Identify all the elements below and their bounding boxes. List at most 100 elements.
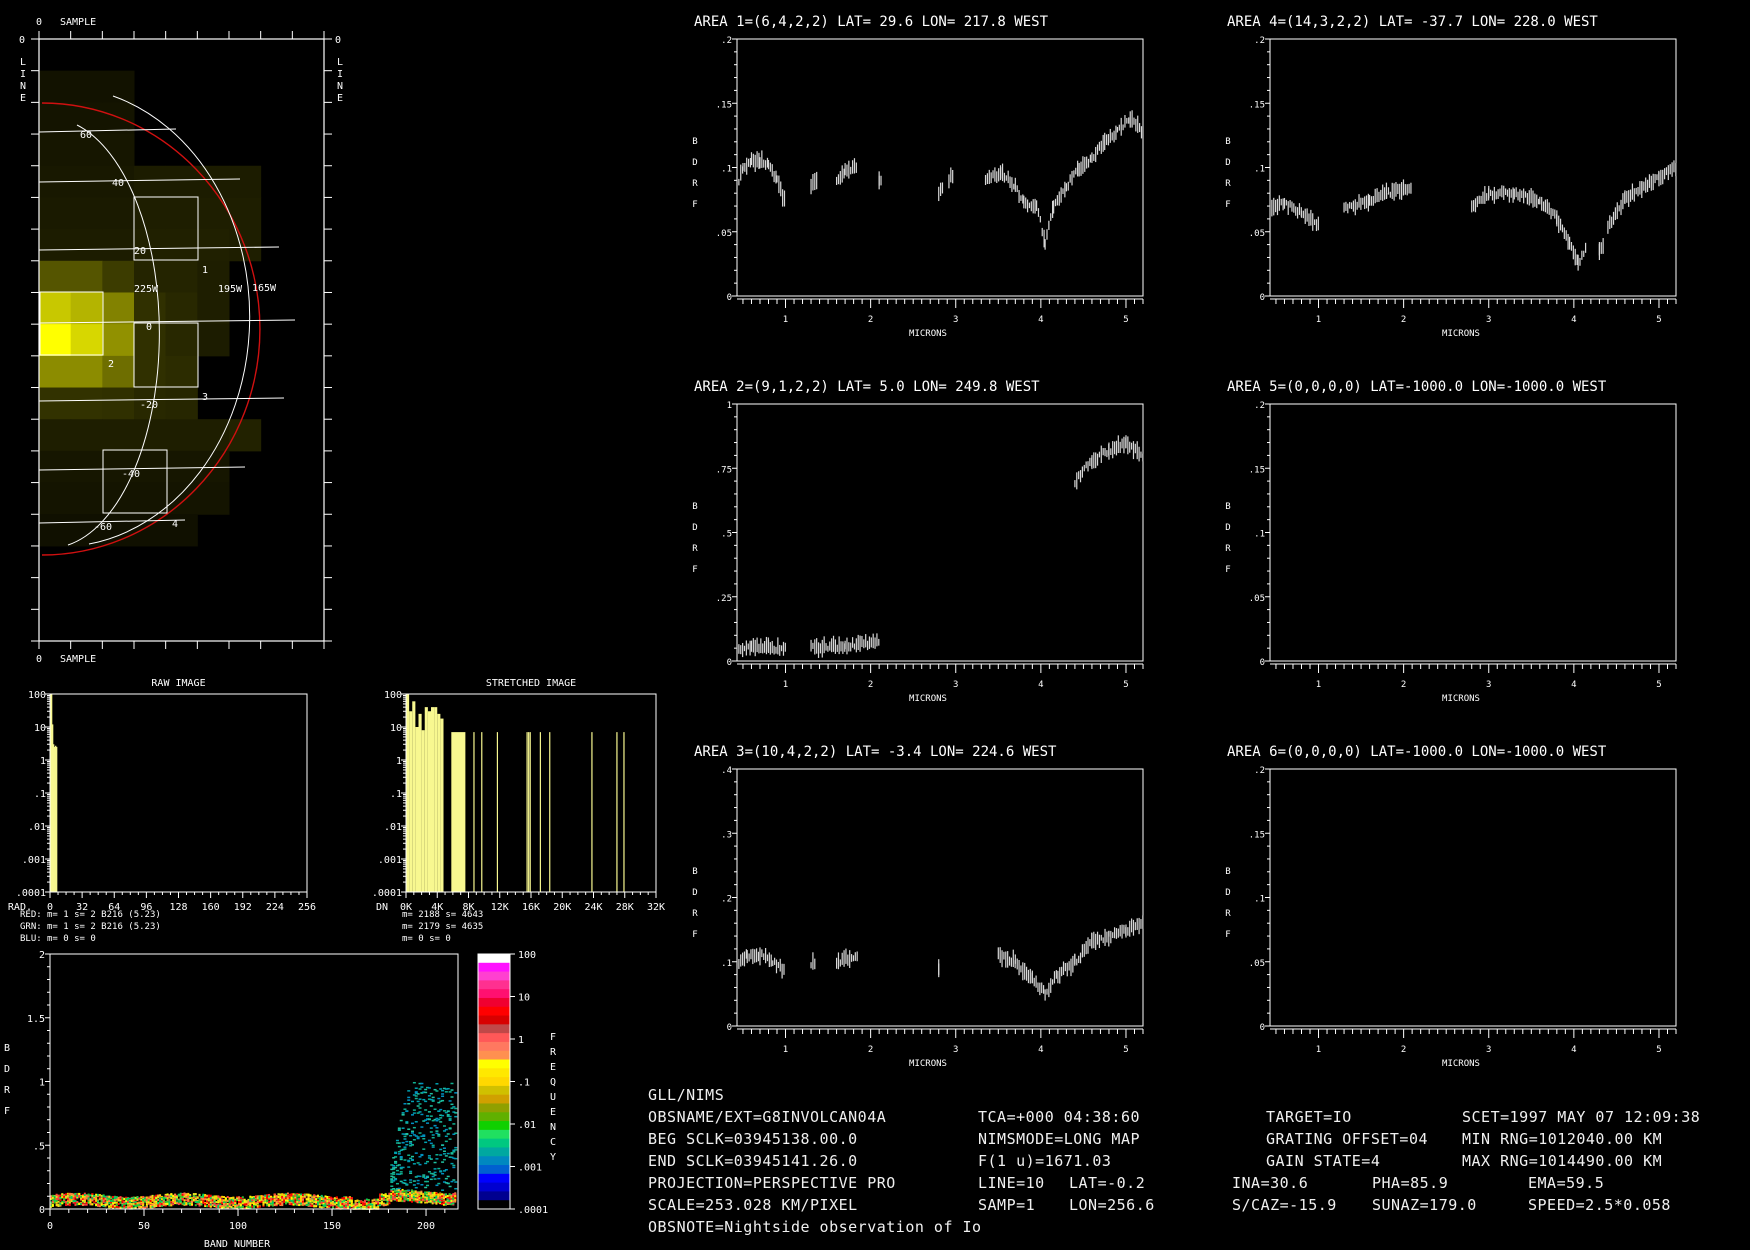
density-point [444,1177,448,1180]
density-point [249,1202,252,1205]
density-point [110,1200,113,1203]
density-point [177,1203,180,1206]
density-point [452,1164,456,1167]
density-point [350,1200,353,1203]
map-pixel [165,260,198,293]
density-point [441,1193,444,1196]
density-point [189,1201,192,1204]
density-point [424,1109,428,1111]
latitude-label: 0 [146,322,152,333]
density-point [226,1204,229,1207]
density-point [454,1187,458,1190]
density-point [166,1197,169,1200]
density-point [409,1194,412,1197]
density-point [206,1200,209,1203]
density-point [424,1198,427,1201]
x-tick-label: 3 [1486,680,1491,690]
density-point [405,1192,408,1195]
map-pixel [102,197,135,230]
density-point [403,1196,406,1199]
density-point [254,1203,257,1206]
density-point [78,1203,81,1206]
density-point [450,1096,454,1098]
density-point [256,1205,259,1208]
density-point [452,1151,456,1153]
density-point [266,1194,269,1197]
density-point [145,1205,148,1208]
density-point [416,1200,419,1203]
density-point [379,1198,382,1201]
density-point [85,1195,88,1198]
density-point [345,1202,348,1205]
sample-axis-label-top: SAMPLE [60,17,96,28]
density-point [392,1180,396,1182]
density-point [78,1195,81,1198]
density-point [211,1199,214,1202]
histogram-bar [437,713,441,892]
colorbar-swatch [478,1147,510,1157]
obsnote: OBSNOTE=Nightside observation of Io [648,1218,982,1236]
y-tick-label: .1 [1254,530,1265,540]
density-point [429,1192,432,1195]
density-point [441,1099,445,1102]
x-tick-label: 100 [229,1221,247,1232]
blue-stretched-stats: m= 0 s= 0 [402,934,451,944]
density-point [307,1201,310,1204]
density-point [249,1199,252,1202]
map-pixel [165,292,198,325]
y-tick-label: 1 [396,756,402,767]
density-point [91,1203,94,1206]
density-point [215,1201,218,1204]
density-point [410,1158,414,1161]
density-point [305,1204,308,1207]
density-point [138,1201,141,1204]
map-pixel [134,165,167,198]
density-point [333,1197,336,1200]
x-tick-label: 224 [266,902,284,913]
density-point [409,1135,413,1137]
density-point [437,1194,440,1197]
y-tick-label: .15 [1249,465,1265,475]
density-point [410,1200,413,1203]
density-point [273,1204,276,1207]
spectrum-plot-area-3: AREA 3=(10,4,2,2) LAT= -3.4 LON= 224.6 W… [690,744,1144,1069]
density-point [407,1128,411,1130]
density-point [290,1203,293,1206]
density-point [266,1202,269,1205]
density-point [104,1203,107,1206]
density-point [132,1199,135,1202]
density-point [395,1197,398,1200]
density-point [59,1196,62,1199]
density-point [429,1178,433,1181]
density-point [181,1195,184,1198]
density-point [262,1199,265,1202]
density-point [66,1198,69,1201]
density-point [269,1199,272,1202]
density-point [226,1200,229,1203]
density-point [382,1194,385,1197]
density-point [437,1118,441,1121]
latitude-label: 20 [134,246,146,257]
y-tick-label: 0 [1260,1023,1265,1033]
density-point [286,1195,289,1198]
density-point [431,1146,435,1148]
density-point [322,1198,325,1201]
density-point [446,1198,449,1201]
density-point [98,1198,101,1201]
density-point [384,1196,387,1199]
density-point [435,1083,439,1085]
density-point [348,1199,351,1202]
density-point [68,1199,71,1202]
longitude-label: 225W [134,284,159,295]
density-point [211,1196,214,1199]
density-point [134,1196,137,1199]
density-point [70,1193,73,1196]
density-point [89,1203,92,1206]
density-point [399,1191,402,1194]
density-point [427,1087,431,1089]
y-tick-label: 0 [1260,293,1265,303]
density-point [209,1197,212,1200]
density-point [247,1200,250,1203]
density-point [414,1193,417,1196]
density-point [288,1193,291,1196]
